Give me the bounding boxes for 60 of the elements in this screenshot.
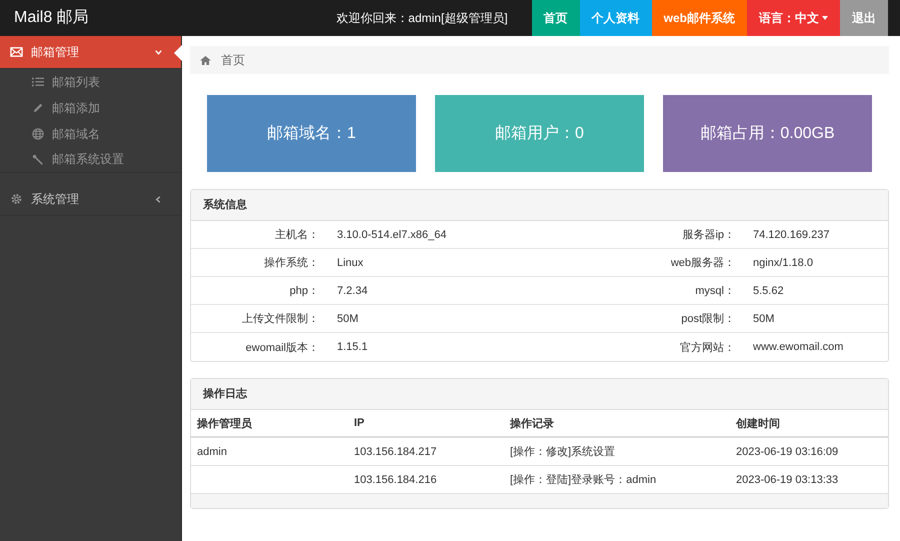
info-value: 50M: [752, 312, 776, 324]
panel-title: 操作日志: [191, 379, 888, 410]
chevron-down-icon: [154, 48, 163, 56]
table-cell: admin: [197, 446, 227, 458]
nav-link[interactable]: 语言：中文: [747, 0, 840, 36]
welcome-text: 欢迎你回来：admin[超级管理员]: [336, 10, 509, 27]
info-label: post限制：: [680, 312, 735, 326]
info-value: 3.10.0-514.el7.x86_64: [336, 228, 448, 240]
sidebar-subitem[interactable]: 邮箱列表: [0, 69, 181, 95]
nav-link[interactable]: 退出: [840, 0, 888, 36]
info-label: 操作系统：: [263, 256, 319, 270]
info-value: Linux: [336, 256, 364, 268]
table-cell: 2023-06-19 03:13:33: [736, 474, 838, 486]
table-cell: 2023-06-19 03:16:09: [736, 446, 838, 458]
table-cell: 103.156.184.217: [354, 446, 437, 458]
column-header: 创建时间: [734, 416, 780, 430]
column-header: IP: [353, 417, 366, 429]
stat-card: 邮箱占用：0.00GB: [663, 95, 872, 172]
brand-title: Mail8 邮局: [13, 8, 90, 28]
info-label: web服务器：: [670, 256, 735, 270]
list-icon: [32, 76, 44, 88]
info-value: www.ewomail.com: [752, 341, 844, 353]
info-label: ewomail版本：: [244, 340, 319, 354]
info-value: 1.15.1: [336, 341, 369, 353]
table-cell: 103.156.184.216: [354, 474, 437, 486]
panel-title: 系统信息: [191, 190, 888, 221]
nav-link[interactable]: web邮件系统: [652, 0, 747, 36]
sidebar-item[interactable]: 邮箱管理: [0, 36, 181, 69]
stat-card: 邮箱用户：0: [435, 95, 644, 172]
info-value: 5.5.62: [752, 284, 785, 296]
home-icon: [200, 56, 211, 64]
sidebar-item[interactable]: 系统管理: [0, 183, 181, 216]
stat-card: 邮箱域名：1: [207, 95, 416, 172]
pointer-arrow-icon: [174, 45, 182, 61]
sidebar-subitem[interactable]: 邮箱域名: [0, 121, 181, 147]
info-label: php：: [288, 284, 319, 298]
pencil-icon: [32, 102, 44, 114]
info-label: 服务器ip：: [681, 228, 735, 242]
breadcrumb-link[interactable]: 首页: [221, 52, 245, 68]
sidebar-subitem[interactable]: 邮箱添加: [0, 95, 181, 121]
globe-icon: [32, 128, 44, 140]
wrench-icon: [32, 154, 44, 166]
column-header: 操作记录: [508, 416, 555, 430]
info-label: 官方网站：: [679, 340, 735, 354]
envelope-icon: [10, 46, 23, 58]
table-cell: [操作：修改]系统设置: [510, 446, 616, 458]
info-label: 主机名：: [274, 228, 319, 242]
chevron-left-icon: [154, 194, 163, 204]
table-cell: [操作：登陆]登录账号：admin: [510, 474, 656, 486]
sidebar-subitem[interactable]: 邮箱系统设置: [0, 147, 181, 173]
info-label: 上传文件限制：: [241, 312, 319, 326]
info-value: nginx/1.18.0: [752, 256, 814, 268]
nav-link[interactable]: 个人资料: [580, 0, 652, 36]
gear-icon: [10, 193, 23, 205]
info-value: 74.120.169.237: [752, 228, 830, 240]
column-header: 操作管理员: [196, 416, 253, 430]
info-label: mysql：: [694, 284, 735, 298]
nav-link[interactable]: 首页: [532, 0, 580, 36]
info-value: 7.2.34: [336, 284, 369, 296]
info-value: 50M: [336, 312, 360, 324]
